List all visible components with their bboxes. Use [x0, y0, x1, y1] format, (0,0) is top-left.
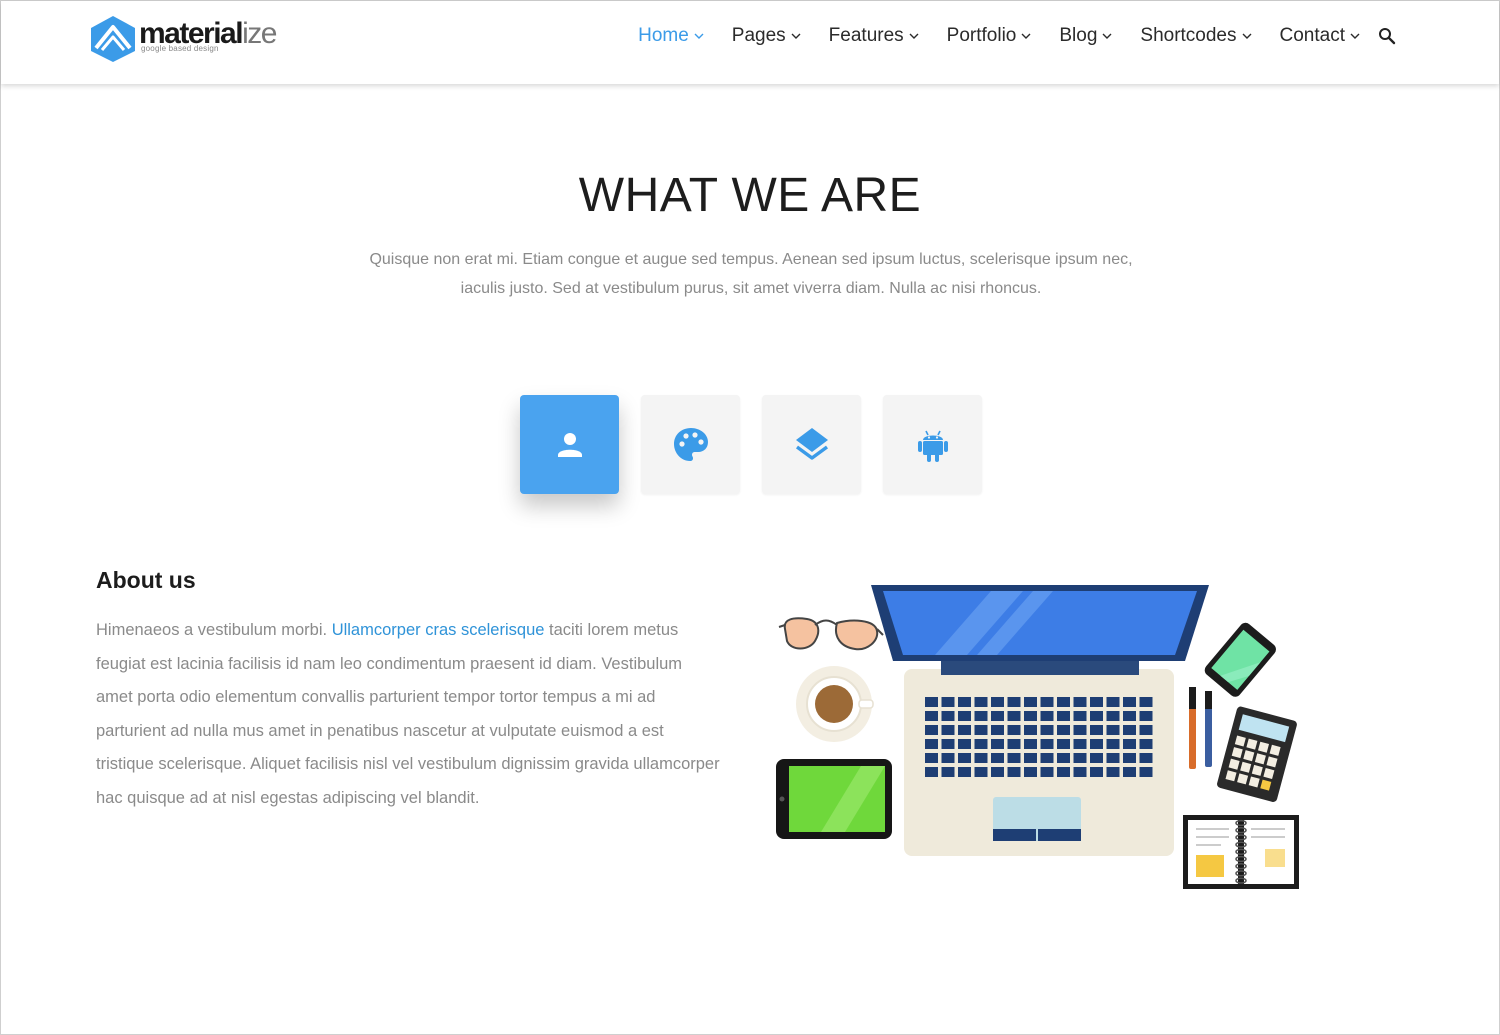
logo-mark-icon — [91, 16, 135, 62]
about-title: About us — [96, 567, 196, 593]
sunglasses-icon — [778, 617, 884, 651]
about-text-start: Himenaeos a vestibulum morbi. — [96, 621, 332, 639]
about-link[interactable]: Ullamcorper cras scelerisque — [332, 621, 545, 639]
nav-item-label: Features — [828, 25, 904, 46]
chevron-down-icon — [1102, 33, 1112, 39]
nav-item-pages[interactable]: Pages — [732, 25, 801, 47]
nav-item-label: Pages — [731, 25, 786, 46]
nav-item-label: Shortcodes — [1140, 25, 1237, 46]
nav-item-contact[interactable]: Contact — [1280, 25, 1360, 47]
site-header: materialize google based design Home Pag… — [1, 1, 1499, 84]
phone-icon — [1204, 622, 1276, 697]
laptop-icon — [871, 585, 1209, 856]
tab-android[interactable] — [883, 395, 982, 494]
nav-item-label: Contact — [1279, 25, 1345, 46]
tab-layers[interactable] — [762, 395, 861, 494]
section-subtitle: Quisque non erat mi. Etiam congue et aug… — [369, 251, 1133, 297]
main-nav: Home Pages Features Portfolio Blog Short… — [638, 25, 1396, 47]
site-logo[interactable]: materialize google based design — [90, 13, 277, 65]
nav-item-label: Portfolio — [946, 25, 1017, 46]
nav-item-features[interactable]: Features — [829, 25, 919, 47]
logo-text-light: ize — [242, 17, 277, 50]
person-icon — [557, 432, 582, 457]
nav-item-label: Blog — [1059, 25, 1098, 46]
feature-tabs — [520, 395, 982, 494]
tab-palette[interactable] — [641, 395, 740, 494]
nav-item-home[interactable]: Home — [638, 25, 704, 47]
chevron-down-icon — [1021, 33, 1031, 39]
chevron-down-icon — [909, 33, 919, 39]
search-icon[interactable] — [1378, 27, 1396, 45]
tablet-icon — [776, 759, 892, 839]
tab-person[interactable] — [520, 395, 619, 494]
section-title: WHAT WE ARE — [578, 169, 922, 222]
nav-item-blog[interactable]: Blog — [1059, 25, 1112, 47]
calculator-icon — [1217, 706, 1297, 802]
logo-tagline: google based design — [141, 44, 219, 53]
nav-item-shortcodes[interactable]: Shortcodes — [1140, 25, 1252, 47]
layers-icon — [795, 427, 828, 460]
chevron-down-icon — [1242, 33, 1252, 39]
android-icon — [917, 430, 948, 462]
notebook-icon — [1183, 815, 1299, 889]
workspace-illustration — [776, 585, 1299, 889]
nav-item-portfolio[interactable]: Portfolio — [947, 25, 1032, 47]
nav-item-label: Home — [638, 25, 689, 46]
chevron-down-icon — [694, 33, 704, 39]
palette-icon — [673, 427, 708, 461]
chevron-down-icon — [1350, 33, 1360, 39]
about-text-end: taciti lorem metus feugiat est lacinia f… — [96, 621, 720, 807]
chevron-down-icon — [791, 33, 801, 39]
coffee-cup-icon — [796, 666, 874, 742]
pens-icon — [1189, 687, 1212, 769]
about-paragraph: Himenaeos a vestibulum morbi. Ullamcorpe… — [96, 614, 721, 816]
